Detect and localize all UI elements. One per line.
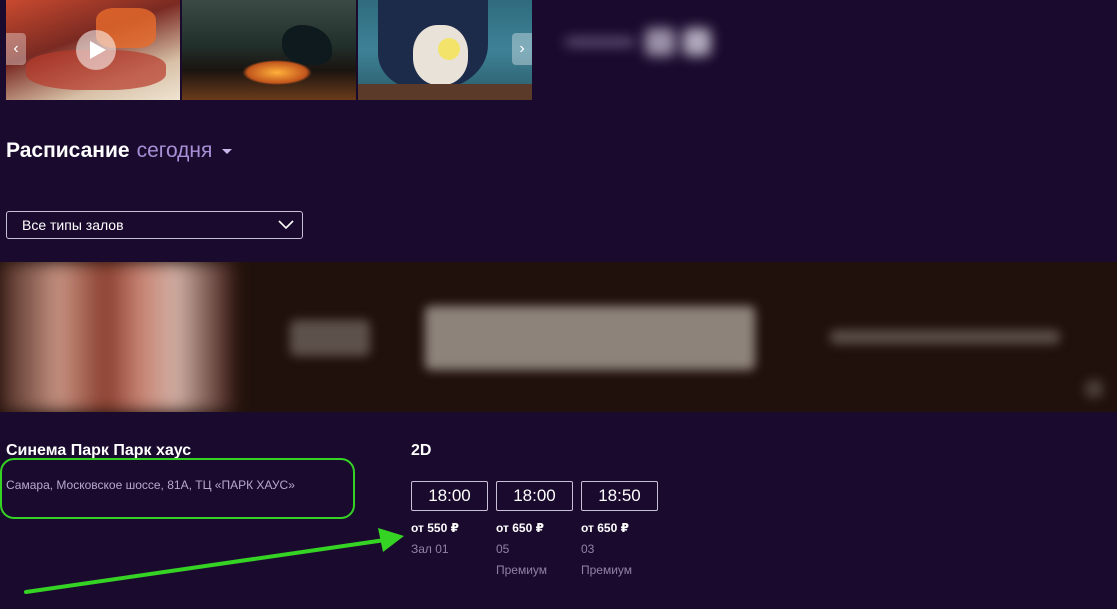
gallery-thumbnail-1[interactable]: ‹ [6, 0, 180, 100]
schedule-title: Расписание [6, 139, 130, 162]
chevron-down-icon [278, 220, 294, 230]
session-card: 18:50 от 650 ₽ 03 Премиум [581, 481, 658, 577]
banner-blurred-text [830, 330, 1060, 344]
session-time-button[interactable]: 18:00 [411, 481, 488, 511]
session-time-button[interactable]: 18:50 [581, 481, 658, 511]
session-tier: Премиум [496, 563, 548, 577]
banner-blurred-text [290, 320, 370, 356]
session-price: от 550 ₽ [411, 521, 459, 535]
gallery-thumbnail-3[interactable]: › [358, 0, 532, 100]
session-hall: Зал 01 [411, 542, 449, 556]
session-card: 18:00 от 550 ₽ Зал 01 [411, 481, 488, 556]
blurred-movie-meta [565, 28, 715, 58]
banner-blurred-text [1085, 380, 1103, 398]
hall-type-selected: Все типы залов [22, 217, 124, 233]
hall-type-select[interactable]: Все типы залов [6, 211, 303, 239]
thumbnail-artwork [282, 25, 332, 65]
schedule-day-selector[interactable]: сегодня [137, 139, 213, 163]
thumbnail-artwork [242, 60, 312, 85]
gallery-thumbnail-2[interactable] [182, 0, 356, 100]
session-price: от 650 ₽ [496, 521, 544, 535]
thumbnail-artwork [438, 38, 460, 60]
session-hall: 05 [496, 542, 510, 556]
schedule-heading: Расписание сегодня [6, 139, 233, 163]
media-gallery: ‹ › [6, 0, 532, 100]
session-hall: 03 [581, 542, 595, 556]
session-price: от 650 ₽ [581, 521, 629, 535]
chevron-right-icon[interactable]: › [512, 33, 532, 65]
session-time-button[interactable]: 18:00 [496, 481, 573, 511]
cinema-name[interactable]: Синема Парк Парк хаус [6, 442, 191, 460]
session-format: 2D [411, 442, 432, 459]
cinema-address: Самара, Московское шоссе, 81А, ТЦ «ПАРК … [6, 478, 295, 492]
thumbnail-artwork [358, 84, 532, 100]
promo-banner[interactable] [0, 262, 1117, 412]
banner-blurred-text [425, 306, 755, 370]
session-tier: Премиум [581, 563, 633, 577]
caret-down-icon[interactable] [222, 148, 233, 154]
chevron-left-icon[interactable]: ‹ [6, 33, 26, 65]
banner-image [0, 262, 235, 412]
session-card: 18:00 от 650 ₽ 05 Премиум [496, 481, 573, 577]
play-icon[interactable] [76, 30, 116, 70]
